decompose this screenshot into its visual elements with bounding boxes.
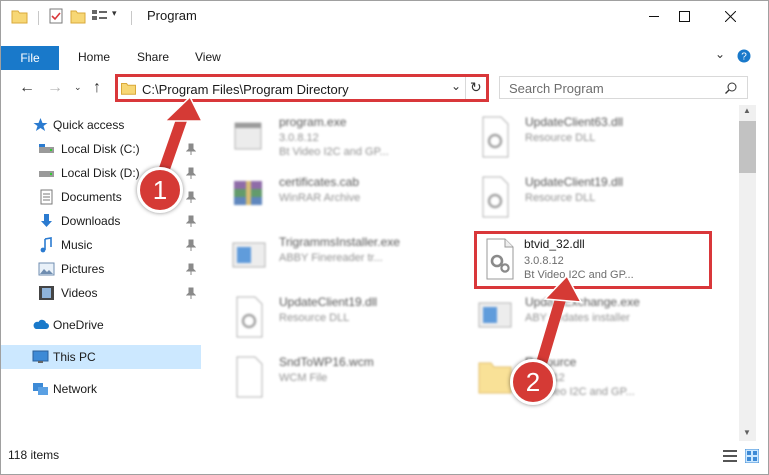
divider bbox=[465, 77, 466, 99]
list-item[interactable]: UpdateClient19.dll Resource DLL bbox=[217, 291, 457, 347]
pin-icon[interactable] bbox=[186, 239, 196, 251]
step-badge-1: 1 bbox=[137, 167, 183, 213]
properties-icon[interactable] bbox=[49, 8, 63, 24]
status-bar: 118 items bbox=[1, 445, 768, 474]
details-view-icon[interactable] bbox=[723, 450, 737, 462]
folder-icon bbox=[11, 10, 28, 24]
list-item[interactable]: SndToWP16.wcm WCM File bbox=[217, 351, 457, 407]
archive-icon bbox=[234, 181, 262, 205]
expand-ribbon-icon[interactable]: ⌄ bbox=[715, 47, 725, 61]
tab-view[interactable]: View bbox=[195, 50, 221, 64]
pin-icon[interactable] bbox=[186, 215, 196, 227]
list-item[interactable]: UpdateExchange.exe ABY updates installer bbox=[463, 291, 703, 347]
pictures-icon bbox=[38, 262, 55, 276]
pin-icon[interactable] bbox=[186, 287, 196, 299]
file-name: btvid_32.dll bbox=[524, 237, 585, 251]
pin-icon[interactable] bbox=[186, 191, 196, 203]
sidebar-item-onedrive[interactable]: OneDrive bbox=[1, 313, 201, 337]
pin-icon[interactable] bbox=[186, 167, 196, 179]
qa-dropdown-icon[interactable]: ▾ bbox=[112, 8, 117, 19]
sidebar-item-local-disk-c[interactable]: Local Disk (C:) bbox=[1, 137, 201, 161]
list-item[interactable]: TrigrammsInstaller.exe ABBY Finereader t… bbox=[217, 231, 457, 287]
dll-icon bbox=[482, 176, 509, 218]
vertical-scrollbar[interactable]: ▲ ▼ bbox=[739, 105, 756, 441]
address-bar[interactable]: C:\Program Files\Program Directory ⌄ ↻ bbox=[115, 74, 489, 102]
music-icon bbox=[40, 237, 52, 253]
scroll-down-icon[interactable]: ▼ bbox=[743, 428, 751, 437]
computer-icon bbox=[32, 350, 49, 363]
network-icon bbox=[33, 383, 48, 395]
exe-icon bbox=[234, 122, 262, 150]
large-icons-view-icon[interactable] bbox=[745, 449, 759, 463]
ribbon: File Home Share View ⌄ ? bbox=[1, 32, 768, 71]
drive-icon bbox=[39, 144, 54, 153]
title-bar: ▾ Program bbox=[1, 1, 768, 32]
list-item[interactable]: Resource 3.0.8.12 Bt Video I2C and GP... bbox=[463, 351, 703, 407]
download-icon bbox=[41, 214, 52, 227]
search-input[interactable]: Search Program bbox=[509, 81, 604, 96]
minimize-icon bbox=[648, 16, 659, 17]
folder-icon bbox=[478, 362, 512, 394]
maximize-icon bbox=[678, 11, 690, 22]
pin-icon[interactable] bbox=[186, 143, 196, 155]
installer-icon bbox=[478, 302, 512, 328]
tab-share[interactable]: Share bbox=[137, 50, 169, 64]
close-button[interactable] bbox=[707, 1, 753, 32]
pin-icon[interactable] bbox=[186, 263, 196, 275]
list-item[interactable]: program.exe 3.0.8.12 Bt Video I2C and GP… bbox=[217, 111, 457, 167]
list-item[interactable]: UpdateClient63.dll Resource DLL bbox=[463, 111, 703, 167]
close-icon bbox=[724, 11, 736, 22]
sidebar-item-music[interactable]: Music bbox=[1, 233, 201, 257]
scroll-up-icon[interactable]: ▲ bbox=[743, 106, 751, 115]
forward-icon[interactable]: → bbox=[47, 79, 63, 97]
folder-icon bbox=[121, 83, 136, 95]
highlighted-file[interactable]: btvid_32.dll 3.0.8.12 Bt Video I2C and G… bbox=[474, 231, 712, 289]
list-item[interactable]: UpdateClient19.dll Resource DLL bbox=[463, 171, 703, 227]
file-version: 3.0.8.12 bbox=[524, 255, 564, 267]
sidebar-item-downloads[interactable]: Downloads bbox=[1, 209, 201, 233]
star-icon bbox=[33, 118, 48, 131]
back-icon[interactable]: ← bbox=[19, 79, 35, 97]
up-icon[interactable]: ↑ bbox=[93, 79, 101, 97]
view-options-icon[interactable] bbox=[92, 10, 112, 24]
sidebar-item-network[interactable]: Network bbox=[1, 377, 201, 401]
address-row: ← → ⌄ ↑ C:\Program Files\Program Directo… bbox=[1, 71, 768, 105]
tab-file[interactable]: File bbox=[1, 46, 59, 70]
svg-text:?: ? bbox=[741, 52, 747, 63]
cloud-icon bbox=[33, 319, 49, 329]
dll-gear-icon bbox=[486, 238, 514, 280]
navigation-pane: Quick access Local Disk (C:) Local Disk … bbox=[1, 105, 213, 441]
sidebar-item-videos[interactable]: Videos bbox=[1, 281, 201, 305]
list-item[interactable]: certificates.cab WinRAR Archive bbox=[217, 171, 457, 227]
divider bbox=[131, 11, 132, 25]
address-dropdown-icon[interactable]: ⌄ bbox=[451, 79, 461, 93]
file-description: Bt Video I2C and GP... bbox=[524, 269, 634, 281]
sidebar-item-quick-access[interactable]: Quick access bbox=[1, 113, 201, 137]
item-count: 118 items bbox=[8, 448, 60, 462]
drive-icon bbox=[39, 171, 54, 177]
recent-dropdown-icon[interactable]: ⌄ bbox=[74, 82, 82, 93]
divider bbox=[38, 11, 39, 25]
file-icon bbox=[236, 356, 263, 398]
help-icon[interactable]: ? bbox=[737, 49, 751, 63]
address-path[interactable]: C:\Program Files\Program Directory bbox=[142, 82, 349, 97]
sidebar-item-pictures[interactable]: Pictures bbox=[1, 257, 201, 281]
scroll-thumb[interactable] bbox=[739, 121, 756, 173]
tab-home[interactable]: Home bbox=[78, 50, 110, 64]
maximize-button[interactable] bbox=[661, 1, 707, 32]
videos-icon bbox=[39, 286, 54, 300]
refresh-icon[interactable]: ↻ bbox=[470, 79, 482, 96]
explorer-window: ▾ Program File Home Share View ⌄ ? ← → ⌄… bbox=[0, 0, 769, 475]
step-badge-2: 2 bbox=[510, 359, 556, 405]
search-icon bbox=[725, 82, 737, 94]
installer-icon bbox=[232, 242, 266, 268]
dll-icon bbox=[236, 296, 263, 338]
documents-icon bbox=[40, 189, 53, 205]
new-folder-icon[interactable] bbox=[70, 9, 86, 24]
window-title: Program bbox=[147, 8, 197, 23]
dll-icon bbox=[482, 116, 509, 158]
search-box[interactable]: Search Program bbox=[499, 76, 748, 99]
sidebar-item-this-pc[interactable]: This PC bbox=[1, 345, 201, 369]
